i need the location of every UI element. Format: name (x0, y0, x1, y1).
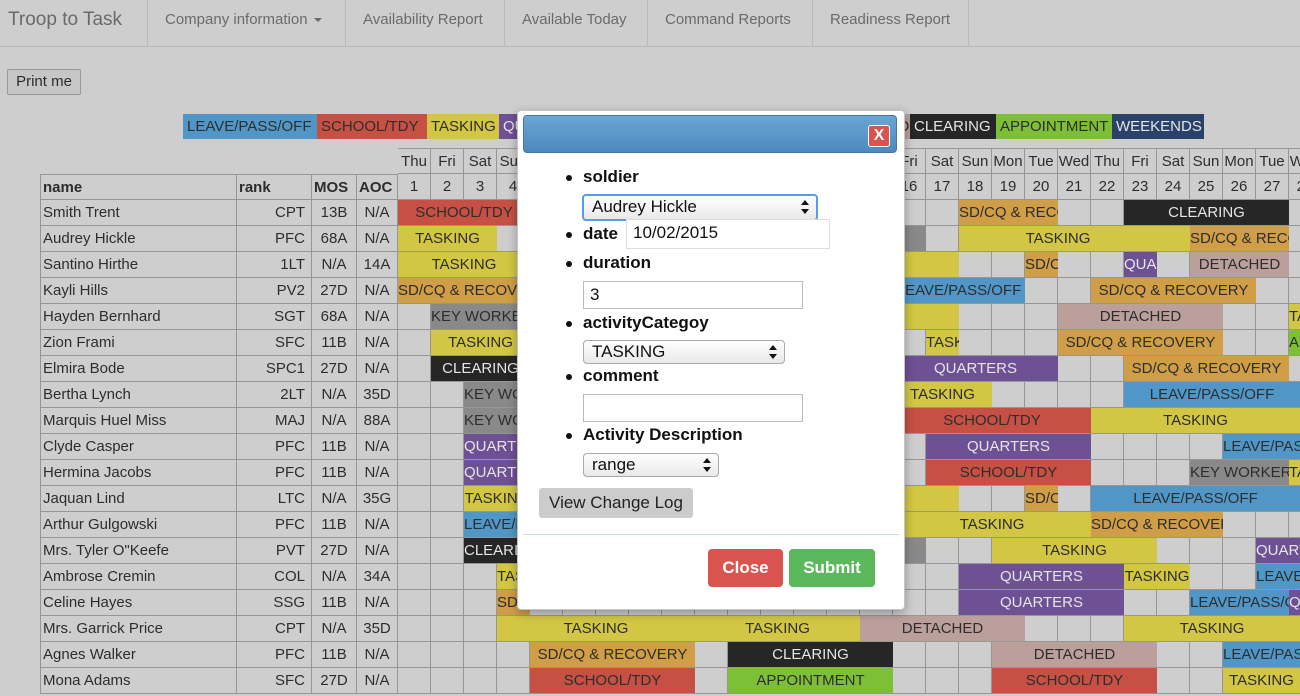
select-arrows-icon (769, 345, 777, 359)
list-bullet (566, 433, 572, 439)
activity-category-value: TASKING (592, 342, 666, 361)
activity-description-select[interactable]: range (583, 453, 719, 477)
view-change-log-button[interactable]: View Change Log (539, 488, 693, 518)
select-arrows-icon (801, 200, 809, 214)
dialog-divider (523, 534, 899, 535)
close-button[interactable]: Close (708, 549, 783, 587)
comment-field[interactable] (583, 394, 803, 422)
date-label: date (583, 224, 618, 243)
select-arrows-icon (703, 458, 711, 472)
soldier-select-value: Audrey Hickle (592, 197, 697, 216)
submit-button[interactable]: Submit (789, 549, 875, 587)
list-bullet (566, 175, 572, 181)
comment-label: comment (583, 366, 659, 385)
edit-activity-dialog: X soldier Audrey Hickle date 10/02/2015 … (517, 110, 905, 610)
soldier-select[interactable]: Audrey Hickle (582, 194, 818, 221)
list-bullet (566, 321, 572, 327)
close-icon[interactable]: X (868, 125, 890, 147)
date-field[interactable]: 10/02/2015 (626, 219, 830, 249)
activity-category-label: activityCategoy (583, 313, 709, 332)
soldier-label: soldier (583, 167, 639, 186)
activity-description-value: range (592, 455, 636, 474)
list-bullet (566, 232, 572, 238)
dialog-title-bar[interactable]: X (523, 115, 897, 153)
list-bullet (566, 374, 572, 380)
duration-field[interactable]: 3 (583, 281, 803, 309)
list-bullet (566, 261, 572, 267)
activity-description-label: Activity Description (583, 425, 743, 444)
activity-category-select[interactable]: TASKING (583, 340, 785, 364)
duration-label: duration (583, 253, 651, 272)
